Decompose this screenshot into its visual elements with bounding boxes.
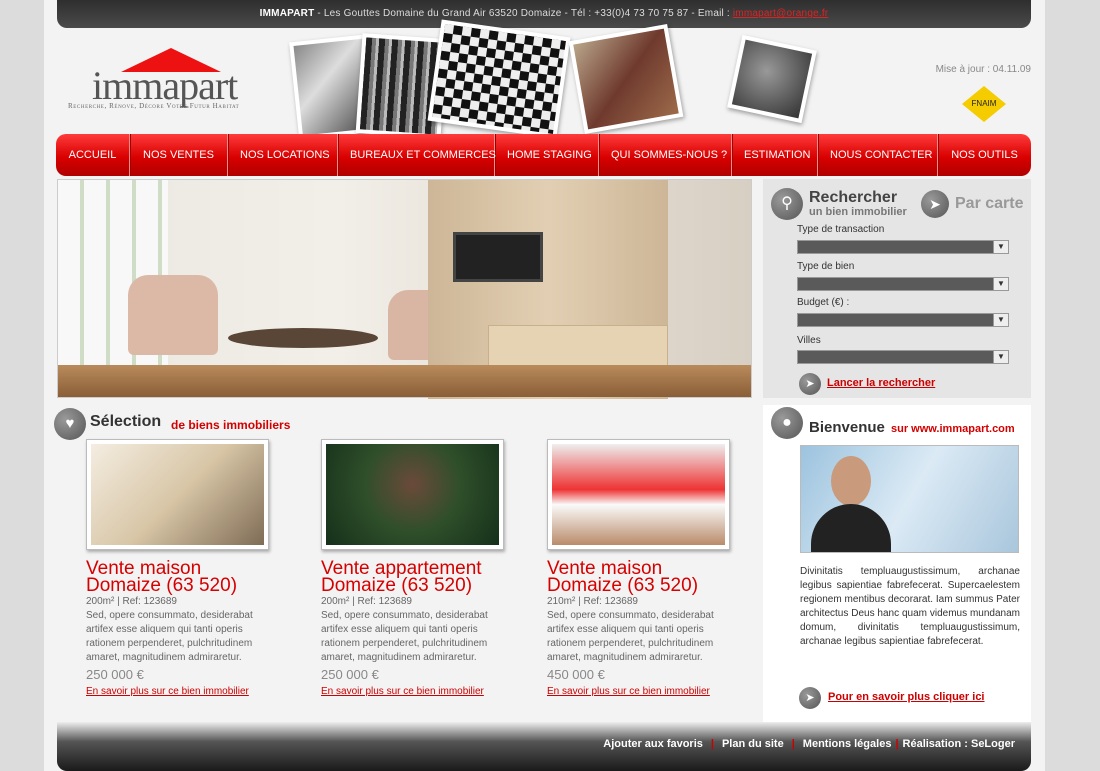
footer-legal-link[interactable]: Mentions légales bbox=[803, 738, 892, 750]
footer-credit[interactable]: Réalisation : SeLoger bbox=[903, 738, 1015, 750]
cities-select[interactable]: ▼ bbox=[797, 350, 1009, 364]
selection-subtitle: de biens immobiliers bbox=[171, 418, 291, 432]
chevron-down-icon[interactable]: ▼ bbox=[993, 350, 1009, 364]
nav-nos-locations[interactable]: NOS LOCATIONS bbox=[228, 134, 338, 176]
logo[interactable]: immapart Recherche, Rénove, Décore Votre… bbox=[66, 48, 276, 118]
listing-ref: 200m² | Ref: 123689 bbox=[86, 596, 177, 607]
listing-price: 250 000 € bbox=[86, 667, 144, 682]
nav-estimation[interactable]: ESTIMATION bbox=[732, 134, 818, 176]
listing-photo[interactable] bbox=[321, 439, 504, 550]
page: IMMAPART - Les Gouttes Domaine du Grand … bbox=[44, 0, 1045, 771]
listing-desc: Sed, opere consummato, desiderabat artif… bbox=[321, 610, 488, 663]
listing-desc: Sed, opere consummato, desiderabat artif… bbox=[86, 610, 253, 663]
listing-location[interactable]: Domaize (63 520) bbox=[321, 576, 521, 595]
search-title: Rechercher bbox=[809, 189, 898, 206]
listing-location[interactable]: Domaize (63 520) bbox=[86, 576, 286, 595]
search-icon: ⚲ bbox=[771, 188, 803, 220]
nav-qui-sommes-nous[interactable]: QUI SOMMES-NOUS ? bbox=[599, 134, 732, 176]
agent-body bbox=[811, 504, 891, 552]
fnaim-badge[interactable]: FNAIM bbox=[962, 86, 1006, 122]
listing-photo[interactable] bbox=[547, 439, 730, 550]
hero-table bbox=[228, 328, 378, 348]
header-photo-4 bbox=[568, 24, 684, 134]
transaction-label: Type de transaction bbox=[797, 224, 885, 235]
nav-home-staging[interactable]: HOME STAGING bbox=[495, 134, 599, 176]
nav-bureaux-commerces[interactable]: BUREAUX ET COMMERCES bbox=[338, 134, 496, 176]
header-photo-3 bbox=[427, 19, 571, 139]
agent-head bbox=[831, 456, 871, 506]
heart-icon: ♥ bbox=[54, 408, 86, 440]
arrow-icon: ➤ bbox=[799, 373, 821, 395]
search-subtitle: un bien immobilier bbox=[809, 206, 907, 218]
footer-separator: | bbox=[791, 738, 795, 750]
listing-more-link[interactable]: En savoir plus sur ce bien immobilier bbox=[86, 686, 286, 697]
hero-tv bbox=[453, 232, 543, 282]
chevron-down-icon[interactable]: ▼ bbox=[993, 240, 1009, 254]
listing-price: 250 000 € bbox=[321, 667, 379, 682]
chevron-down-icon[interactable]: ▼ bbox=[993, 277, 1009, 291]
footer: Ajouter aux favoris | Plan du site | Mention… bbox=[57, 722, 1031, 771]
cities-label: Villes bbox=[797, 335, 821, 346]
update-date: Mise à jour : 04.11.09 bbox=[935, 64, 1031, 75]
listing-desc: Sed, opere consummato, desiderabat artif… bbox=[547, 610, 714, 663]
footer-favorites-link[interactable]: Ajouter aux favoris bbox=[603, 738, 703, 750]
listing-photo[interactable] bbox=[86, 439, 269, 550]
listing-ref: 200m² | Ref: 123689 bbox=[321, 596, 412, 607]
email-link[interactable]: immapart@orange.fr bbox=[733, 8, 828, 19]
hero-banner bbox=[57, 179, 752, 399]
listing-more-link[interactable]: En savoir plus sur ce bien immobilier bbox=[321, 686, 521, 697]
logo-tagline: Recherche, Rénove, Décore Votre Futur Ha… bbox=[68, 102, 240, 110]
user-icon: ● bbox=[771, 407, 803, 439]
selection-heading: ♥ Sélection de biens immobiliers bbox=[54, 408, 354, 440]
arrow-icon: ➤ bbox=[799, 687, 821, 709]
listing-location[interactable]: Domaize (63 520) bbox=[547, 576, 747, 595]
listing-card: Vente maison Domaize (63 520) 210m² | Re… bbox=[547, 439, 747, 697]
budget-select[interactable]: ▼ bbox=[797, 313, 1009, 327]
top-contact-bar: IMMAPART - Les Gouttes Domaine du Grand … bbox=[57, 0, 1031, 28]
budget-label: Budget (€) : bbox=[797, 297, 850, 308]
footer-separator: | bbox=[895, 738, 899, 750]
welcome-panel: ● Bienvenue sur www.immapart.com Divinit… bbox=[763, 405, 1031, 722]
property-type-label: Type de bien bbox=[797, 261, 855, 272]
agent-photo bbox=[800, 445, 1019, 553]
listing-price: 450 000 € bbox=[547, 667, 605, 682]
chevron-down-icon[interactable]: ▼ bbox=[993, 313, 1009, 327]
hero-cabinet bbox=[488, 325, 668, 369]
welcome-title: Bienvenue bbox=[809, 419, 885, 436]
welcome-site: sur www.immapart.com bbox=[891, 423, 1015, 435]
main-nav: ACCUEIL NOS VENTES NOS LOCATIONS BUREAUX… bbox=[56, 134, 1031, 176]
brand-name: IMMAPART bbox=[259, 8, 315, 19]
hero-armchair bbox=[128, 275, 218, 355]
search-submit-link[interactable]: Lancer la rechercher bbox=[827, 377, 935, 389]
map-search-link[interactable]: Par carte bbox=[955, 195, 1024, 213]
header-photo-5 bbox=[727, 34, 817, 124]
listing-card: Vente maison Domaize (63 520) 200m² | Re… bbox=[86, 439, 286, 697]
hero-floor bbox=[58, 365, 751, 397]
welcome-more-link[interactable]: Pour en savoir plus cliquer ici bbox=[828, 691, 985, 703]
contact-address: - Les Gouttes Domaine du Grand Air 63520… bbox=[314, 8, 733, 19]
listing-ref: 210m² | Ref: 123689 bbox=[547, 596, 638, 607]
listing-more-link[interactable]: En savoir plus sur ce bien immobilier bbox=[547, 686, 747, 697]
selection-title: Sélection bbox=[90, 413, 162, 430]
nav-nous-contacter[interactable]: NOUS CONTACTER bbox=[818, 134, 938, 176]
nav-nos-outils[interactable]: NOS OUTILS bbox=[938, 134, 1031, 176]
search-panel: ⚲ Rechercher un bien immobilier ➤ Par ca… bbox=[763, 179, 1031, 398]
welcome-text: Divinitatis templuaugustissimum, archana… bbox=[800, 566, 1020, 647]
property-type-select[interactable]: ▼ bbox=[797, 277, 1009, 291]
nav-nos-ventes[interactable]: NOS VENTES bbox=[130, 134, 228, 176]
listing-card: Vente appartement Domaize (63 520) 200m²… bbox=[321, 439, 521, 697]
nav-accueil[interactable]: ACCUEIL bbox=[56, 134, 130, 176]
footer-sitemap-link[interactable]: Plan du site bbox=[722, 738, 784, 750]
map-arrow-icon[interactable]: ➤ bbox=[921, 190, 949, 218]
footer-separator: | bbox=[710, 738, 714, 750]
transaction-select[interactable]: ▼ bbox=[797, 240, 1009, 254]
